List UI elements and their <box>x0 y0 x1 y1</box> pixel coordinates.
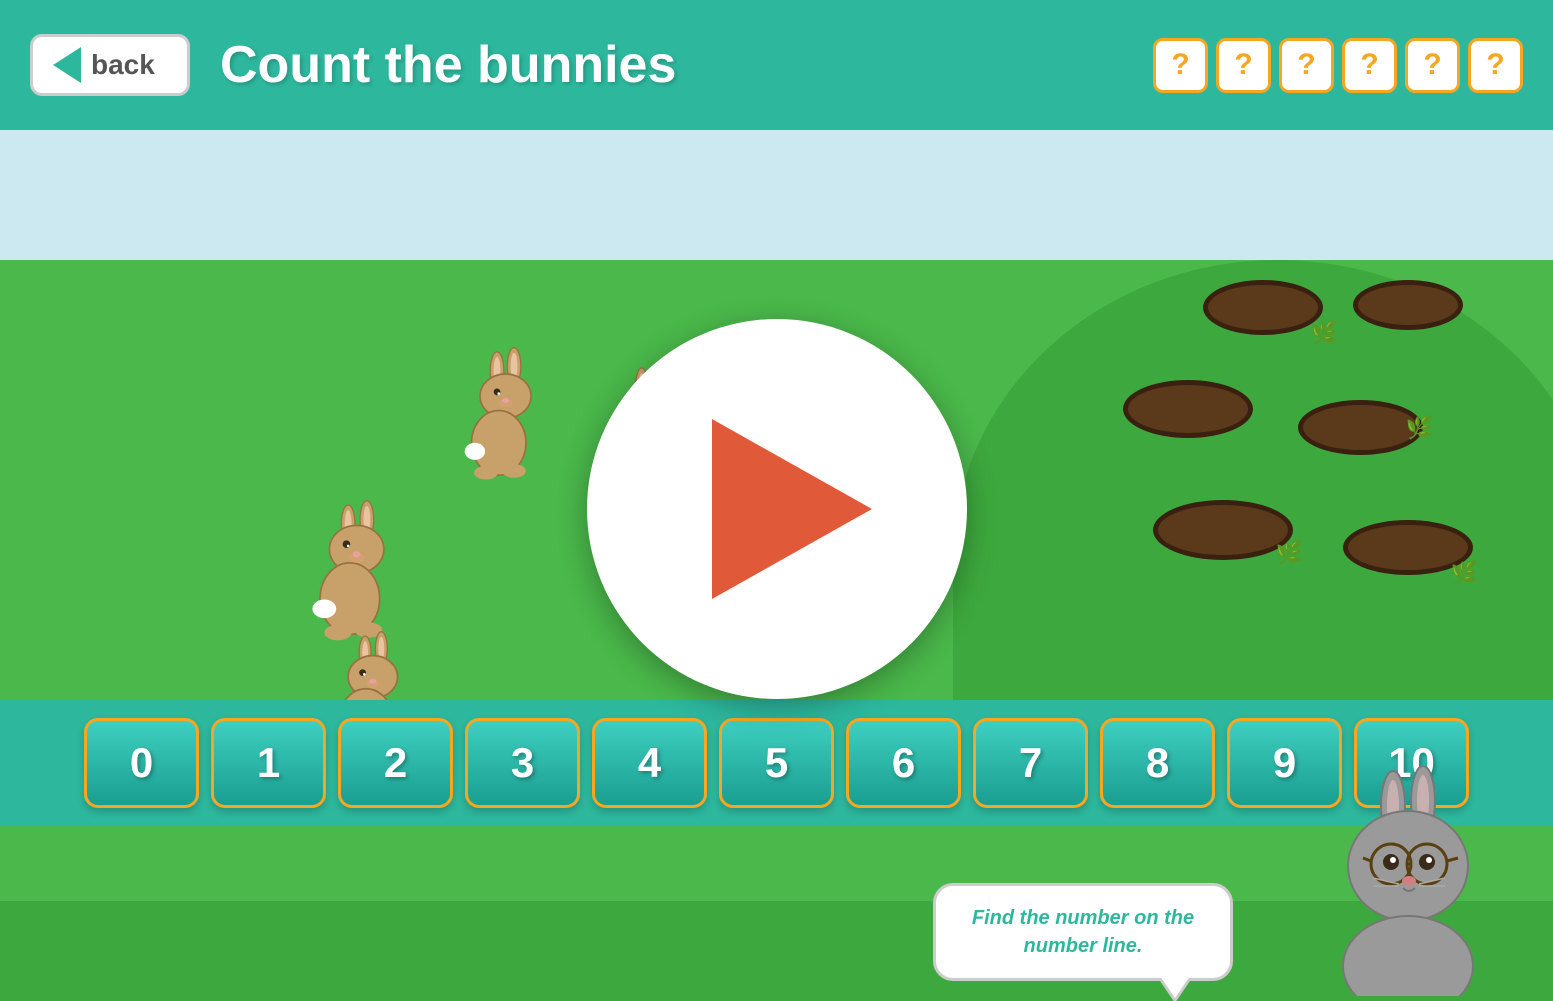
bunny-1 <box>465 348 531 480</box>
speech-area: Find the number on the number line. <box>933 883 1233 981</box>
help-buttons-container: ? ? ? ? ? ? <box>1153 38 1523 93</box>
teacher-bunny-svg <box>1323 766 1523 996</box>
rabbit-hole-5 <box>1153 500 1293 560</box>
grass-tuft-2: 🌿 <box>1406 415 1433 441</box>
number-btn-8[interactable]: 8 <box>1100 718 1215 808</box>
help-btn-1[interactable]: ? <box>1153 38 1208 93</box>
back-label: back <box>91 49 155 81</box>
rabbit-hole-3 <box>1123 380 1253 438</box>
play-icon <box>712 419 872 599</box>
help-btn-2[interactable]: ? <box>1216 38 1271 93</box>
bottom-bar <box>0 901 1553 1001</box>
help-btn-4[interactable]: ? <box>1342 38 1397 93</box>
number-btn-7[interactable]: 7 <box>973 718 1088 808</box>
number-btn-0[interactable]: 0 <box>84 718 199 808</box>
grass-tuft-1: 🌿 <box>1311 320 1338 346</box>
help-btn-6[interactable]: ? <box>1468 38 1523 93</box>
number-btn-6[interactable]: 6 <box>846 718 961 808</box>
help-btn-3[interactable]: ? <box>1279 38 1334 93</box>
rabbit-hole-1 <box>1203 280 1323 335</box>
rabbit-hole-2 <box>1353 280 1463 330</box>
speech-text: Find the number on the number line. <box>961 904 1205 960</box>
back-button[interactable]: back <box>30 34 190 96</box>
page-title: Count the bunnies <box>220 35 676 95</box>
main-scene: 🌿 🌿 🌿 🌿 <box>0 130 1553 1001</box>
grass-tuft-4: 🌿 <box>1451 560 1478 586</box>
number-btn-2[interactable]: 2 <box>338 718 453 808</box>
help-btn-5[interactable]: ? <box>1405 38 1460 93</box>
bunny-3 <box>312 501 383 641</box>
teacher-bunny <box>1323 766 1523 1001</box>
back-arrow-icon <box>53 47 81 83</box>
rabbit-hole-4 <box>1298 400 1423 455</box>
grass-tuft-3: 🌿 <box>1276 540 1303 566</box>
number-btn-4[interactable]: 4 <box>592 718 707 808</box>
number-btn-3[interactable]: 3 <box>465 718 580 808</box>
play-button[interactable] <box>587 319 967 699</box>
number-line: 012345678910 <box>0 700 1553 826</box>
speech-bubble: Find the number on the number line. <box>933 883 1233 981</box>
header: back Count the bunnies ? ? ? ? ? ? <box>0 0 1553 130</box>
number-btn-5[interactable]: 5 <box>719 718 834 808</box>
number-btn-1[interactable]: 1 <box>211 718 326 808</box>
